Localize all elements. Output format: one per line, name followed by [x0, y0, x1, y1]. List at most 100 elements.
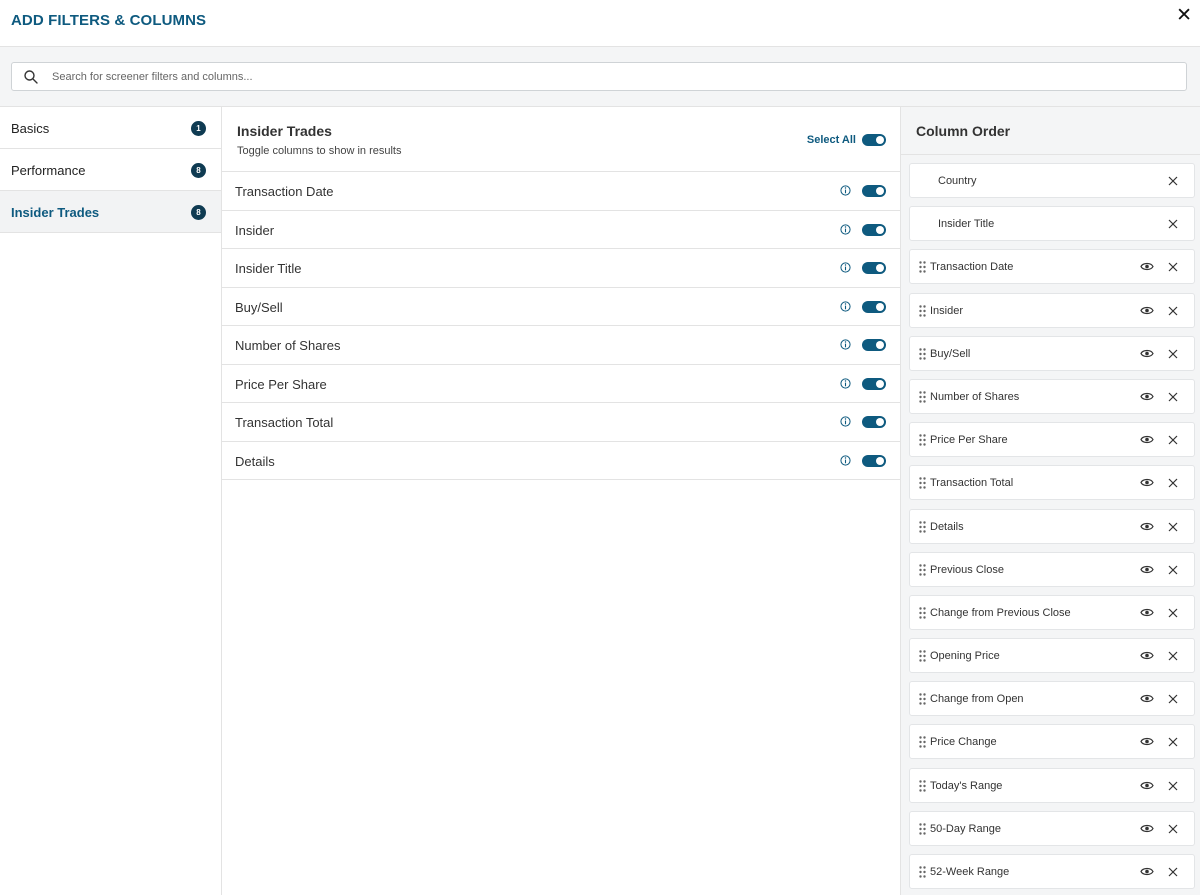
eye-icon[interactable] — [1140, 521, 1154, 532]
column-toggle[interactable] — [862, 300, 886, 313]
info-icon[interactable] — [840, 339, 851, 350]
remove-icon[interactable] — [1168, 737, 1178, 747]
column-order-item-buy-sell[interactable]: Buy/Sell — [909, 335, 1195, 371]
eye-icon[interactable] — [1140, 866, 1154, 877]
info-icon[interactable] — [840, 377, 851, 389]
eye-icon[interactable] — [1140, 348, 1154, 359]
info-icon[interactable] — [840, 223, 851, 235]
column-row-transaction-total: Transaction Total — [222, 403, 900, 442]
drag-handle-icon[interactable] — [919, 693, 926, 705]
column-order-item-50-day-range[interactable]: 50-Day Range — [909, 810, 1195, 846]
sidebar-item-label: Basics — [11, 121, 50, 136]
column-row-details: Details — [222, 442, 900, 480]
info-icon[interactable] — [840, 416, 851, 427]
search-input[interactable] — [52, 68, 1172, 86]
drag-handle-icon[interactable] — [919, 650, 926, 662]
remove-icon[interactable] — [1168, 349, 1178, 359]
remove-icon[interactable] — [1168, 478, 1178, 488]
remove-icon[interactable] — [1168, 219, 1178, 229]
remove-icon[interactable] — [1168, 565, 1178, 575]
drag-handle-icon[interactable] — [919, 736, 926, 749]
drag-handle-icon[interactable] — [919, 477, 926, 490]
sidebar-item-label: Performance — [11, 163, 86, 178]
info-icon[interactable] — [840, 262, 851, 273]
sidebar-item-insider-trades[interactable]: Insider Trades 8 — [0, 191, 221, 233]
column-toggle[interactable] — [862, 262, 886, 274]
remove-icon[interactable] — [1168, 306, 1178, 316]
column-order-item-insider-title[interactable]: Insider Title — [909, 206, 1195, 242]
remove-icon[interactable] — [1168, 392, 1178, 402]
eye-icon[interactable] — [1140, 736, 1154, 747]
drag-handle-icon[interactable] — [919, 607, 926, 619]
column-toggle[interactable] — [862, 339, 886, 351]
column-toggle[interactable] — [862, 223, 886, 236]
remove-icon[interactable] — [1168, 781, 1178, 791]
eye-icon[interactable] — [1140, 607, 1154, 618]
eye-icon[interactable] — [1140, 564, 1154, 575]
eye-icon[interactable] — [1140, 261, 1154, 272]
drag-handle-icon[interactable] — [919, 348, 926, 360]
drag-handle-icon[interactable] — [919, 261, 926, 274]
column-order-item-previous-close[interactable]: Previous Close — [909, 551, 1195, 587]
column-order-item-transaction-date[interactable]: Transaction Date — [909, 249, 1195, 285]
eye-icon[interactable] — [1140, 693, 1154, 704]
drag-handle-icon[interactable] — [919, 304, 926, 317]
search-bar — [0, 47, 1200, 107]
column-label: Transaction Total — [235, 415, 334, 430]
column-order-item-details[interactable]: Details — [909, 508, 1195, 544]
drag-handle-icon[interactable] — [919, 520, 926, 533]
drag-handle-icon[interactable] — [919, 563, 926, 576]
remove-icon[interactable] — [1168, 608, 1178, 618]
column-order-item-opening-price[interactable]: Opening Price — [909, 638, 1195, 674]
remove-icon[interactable] — [1168, 176, 1178, 186]
column-order-label: Number of Shares — [930, 390, 1020, 403]
sidebar-item-performance[interactable]: Performance 8 — [0, 149, 221, 191]
column-order-item-change-from-open[interactable]: Change from Open — [909, 681, 1195, 717]
info-icon[interactable] — [840, 300, 851, 312]
column-order-item-today-s-range[interactable]: Today's Range — [909, 767, 1195, 803]
column-order-item-change-from-previous-close[interactable]: Change from Previous Close — [909, 594, 1195, 630]
column-order-item-transaction-total[interactable]: Transaction Total — [909, 465, 1195, 501]
remove-icon[interactable] — [1168, 435, 1178, 445]
column-order-item-price-change[interactable]: Price Change — [909, 724, 1195, 760]
drag-handle-icon[interactable] — [919, 823, 926, 835]
eye-icon[interactable] — [1140, 823, 1154, 834]
search-box[interactable] — [11, 62, 1187, 91]
drag-handle-icon[interactable] — [919, 391, 926, 403]
select-all-label[interactable]: Select All — [807, 134, 856, 146]
info-icon[interactable] — [840, 454, 851, 466]
column-order-label: 50-Day Range — [930, 822, 1001, 835]
column-order-label: Insider Title — [938, 218, 995, 231]
column-order-item-price-per-share[interactable]: Price Per Share — [909, 422, 1195, 458]
drag-handle-icon[interactable] — [919, 866, 926, 878]
column-toggle[interactable] — [862, 377, 886, 390]
column-order-item-number-of-shares[interactable]: Number of Shares — [909, 378, 1195, 414]
drag-handle-icon[interactable] — [919, 779, 926, 792]
remove-icon[interactable] — [1168, 824, 1178, 834]
column-toggle[interactable] — [862, 185, 886, 197]
column-order-label: Opening Price — [930, 650, 1000, 663]
eye-icon[interactable] — [1140, 650, 1154, 661]
column-toggle[interactable] — [862, 454, 886, 467]
sidebar-item-basics[interactable]: Basics 1 — [0, 107, 221, 149]
column-order-label: Today's Range — [930, 779, 1003, 792]
eye-icon[interactable] — [1140, 305, 1154, 316]
eye-icon[interactable] — [1140, 780, 1154, 791]
column-order-label: Previous Close — [930, 563, 1004, 576]
select-all-toggle[interactable] — [862, 134, 886, 146]
info-icon[interactable] — [840, 185, 851, 196]
column-order-item-country[interactable]: Country — [909, 163, 1195, 198]
eye-icon[interactable] — [1140, 434, 1154, 445]
eye-icon[interactable] — [1140, 477, 1154, 488]
drag-handle-icon[interactable] — [919, 434, 926, 446]
close-icon[interactable]: ✕ — [1176, 4, 1192, 27]
remove-icon[interactable] — [1168, 867, 1178, 877]
column-toggle[interactable] — [862, 416, 886, 428]
column-order-item-52-week-range[interactable]: 52-Week Range — [909, 854, 1195, 889]
remove-icon[interactable] — [1168, 262, 1178, 272]
eye-icon[interactable] — [1140, 391, 1154, 402]
remove-icon[interactable] — [1168, 522, 1178, 532]
remove-icon[interactable] — [1168, 694, 1178, 704]
remove-icon[interactable] — [1168, 651, 1178, 661]
column-order-item-insider[interactable]: Insider — [909, 292, 1195, 328]
